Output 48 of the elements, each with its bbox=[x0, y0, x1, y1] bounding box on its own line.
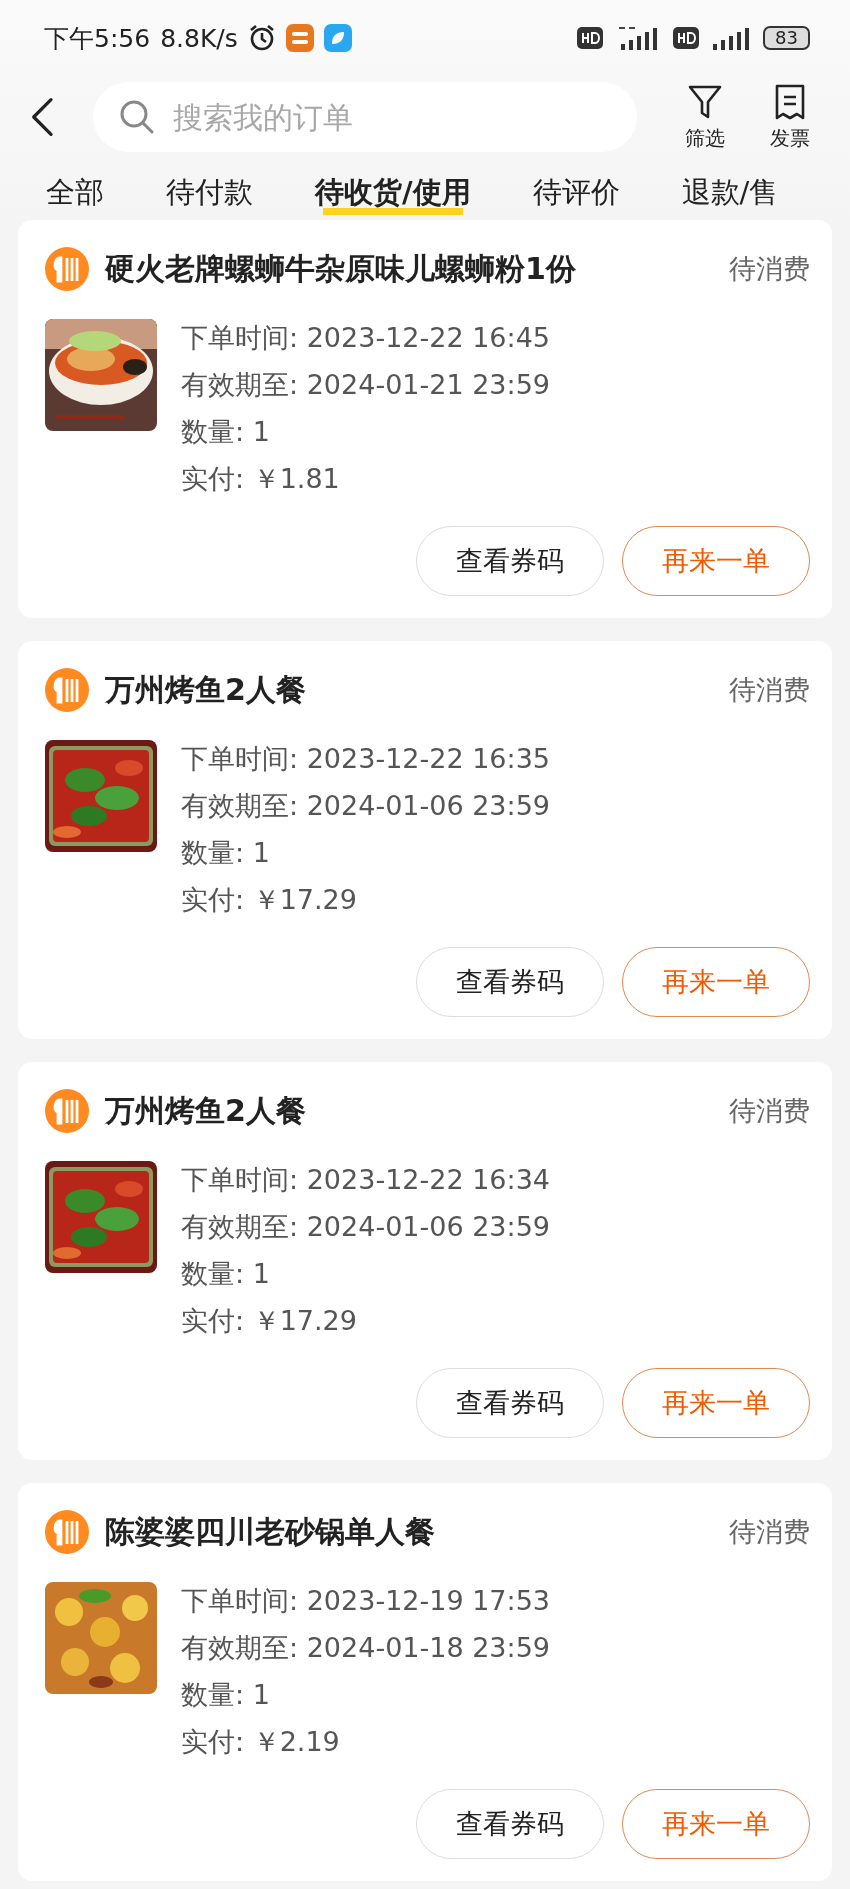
order-tab[interactable]: 待评价 bbox=[532, 173, 620, 217]
order-detail: 下单时间: 2023-12-19 17:53 bbox=[181, 1584, 550, 1618]
order-detail: 有效期至: 2024-01-06 23:59 bbox=[181, 789, 550, 823]
order-detail: 数量: 1 bbox=[181, 836, 271, 870]
order-tab[interactable]: 全部 bbox=[46, 173, 104, 217]
order-status: 待消费 bbox=[729, 1094, 810, 1128]
hd-icon bbox=[673, 27, 700, 49]
order-detail: 实付: ￥17.29 bbox=[181, 1304, 358, 1338]
app-icon bbox=[285, 24, 314, 52]
order-detail: 数量: 1 bbox=[181, 1678, 271, 1712]
order-title[interactable]: 硬火老牌螺蛳牛杂原味儿螺蛳粉1份 bbox=[105, 248, 729, 290]
order-title[interactable]: 陈婆婆四川老砂锅单人餐 bbox=[105, 1511, 729, 1553]
order-title[interactable]: 万州烤鱼2人餐 bbox=[105, 669, 729, 711]
order-detail: 下单时间: 2023-12-22 16:34 bbox=[181, 1163, 550, 1197]
cutlery-icon bbox=[45, 1089, 89, 1133]
order-detail: 实付: ￥1.81 bbox=[181, 462, 341, 496]
battery-indicator: 83 bbox=[763, 26, 810, 50]
order-detail: 有效期至: 2024-01-06 23:59 bbox=[181, 1210, 550, 1244]
order-detail: 下单时间: 2023-12-22 16:45 bbox=[181, 321, 550, 355]
cutlery-icon bbox=[45, 247, 89, 291]
search-icon bbox=[118, 99, 155, 135]
order-status: 待消费 bbox=[729, 252, 810, 286]
order-status: 待消费 bbox=[729, 1515, 810, 1549]
order-detail: 实付: ￥2.19 bbox=[181, 1725, 341, 1759]
cutlery-icon bbox=[45, 668, 89, 712]
search-field[interactable]: 搜索我的订单 bbox=[92, 82, 637, 152]
order-tab[interactable]: 待付款 bbox=[166, 173, 253, 217]
order-status: 待消费 bbox=[729, 673, 810, 707]
order-detail: 数量: 1 bbox=[181, 1257, 271, 1291]
view-code-button[interactable]: 查看券码 bbox=[416, 947, 604, 1017]
filter-button[interactable]: 筛选 bbox=[662, 82, 748, 152]
order-detail: 实付: ￥17.29 bbox=[181, 883, 358, 917]
cutlery-icon bbox=[45, 1510, 89, 1554]
receipt-icon bbox=[773, 82, 806, 121]
status-time: 下午5:56 bbox=[44, 22, 151, 55]
order-detail: 有效期至: 2024-01-21 23:59 bbox=[181, 368, 550, 402]
view-code-button[interactable]: 查看券码 bbox=[416, 1368, 604, 1438]
invoice-button[interactable]: 发票 bbox=[747, 82, 832, 152]
order-title[interactable]: 万州烤鱼2人餐 bbox=[105, 1090, 729, 1132]
app-icon bbox=[323, 24, 352, 52]
order-detail: 下单时间: 2023-12-22 16:35 bbox=[181, 742, 550, 776]
order-detail: 有效期至: 2024-01-18 23:59 bbox=[181, 1631, 550, 1665]
order-tab[interactable]: 退款/售 bbox=[681, 173, 779, 217]
network-speed: 8.8K/s bbox=[160, 23, 238, 53]
hd-icon bbox=[577, 27, 604, 49]
order-detail: 数量: 1 bbox=[181, 415, 271, 449]
view-code-button[interactable]: 查看券码 bbox=[416, 526, 604, 596]
view-code-button[interactable]: 查看券码 bbox=[416, 1789, 604, 1859]
